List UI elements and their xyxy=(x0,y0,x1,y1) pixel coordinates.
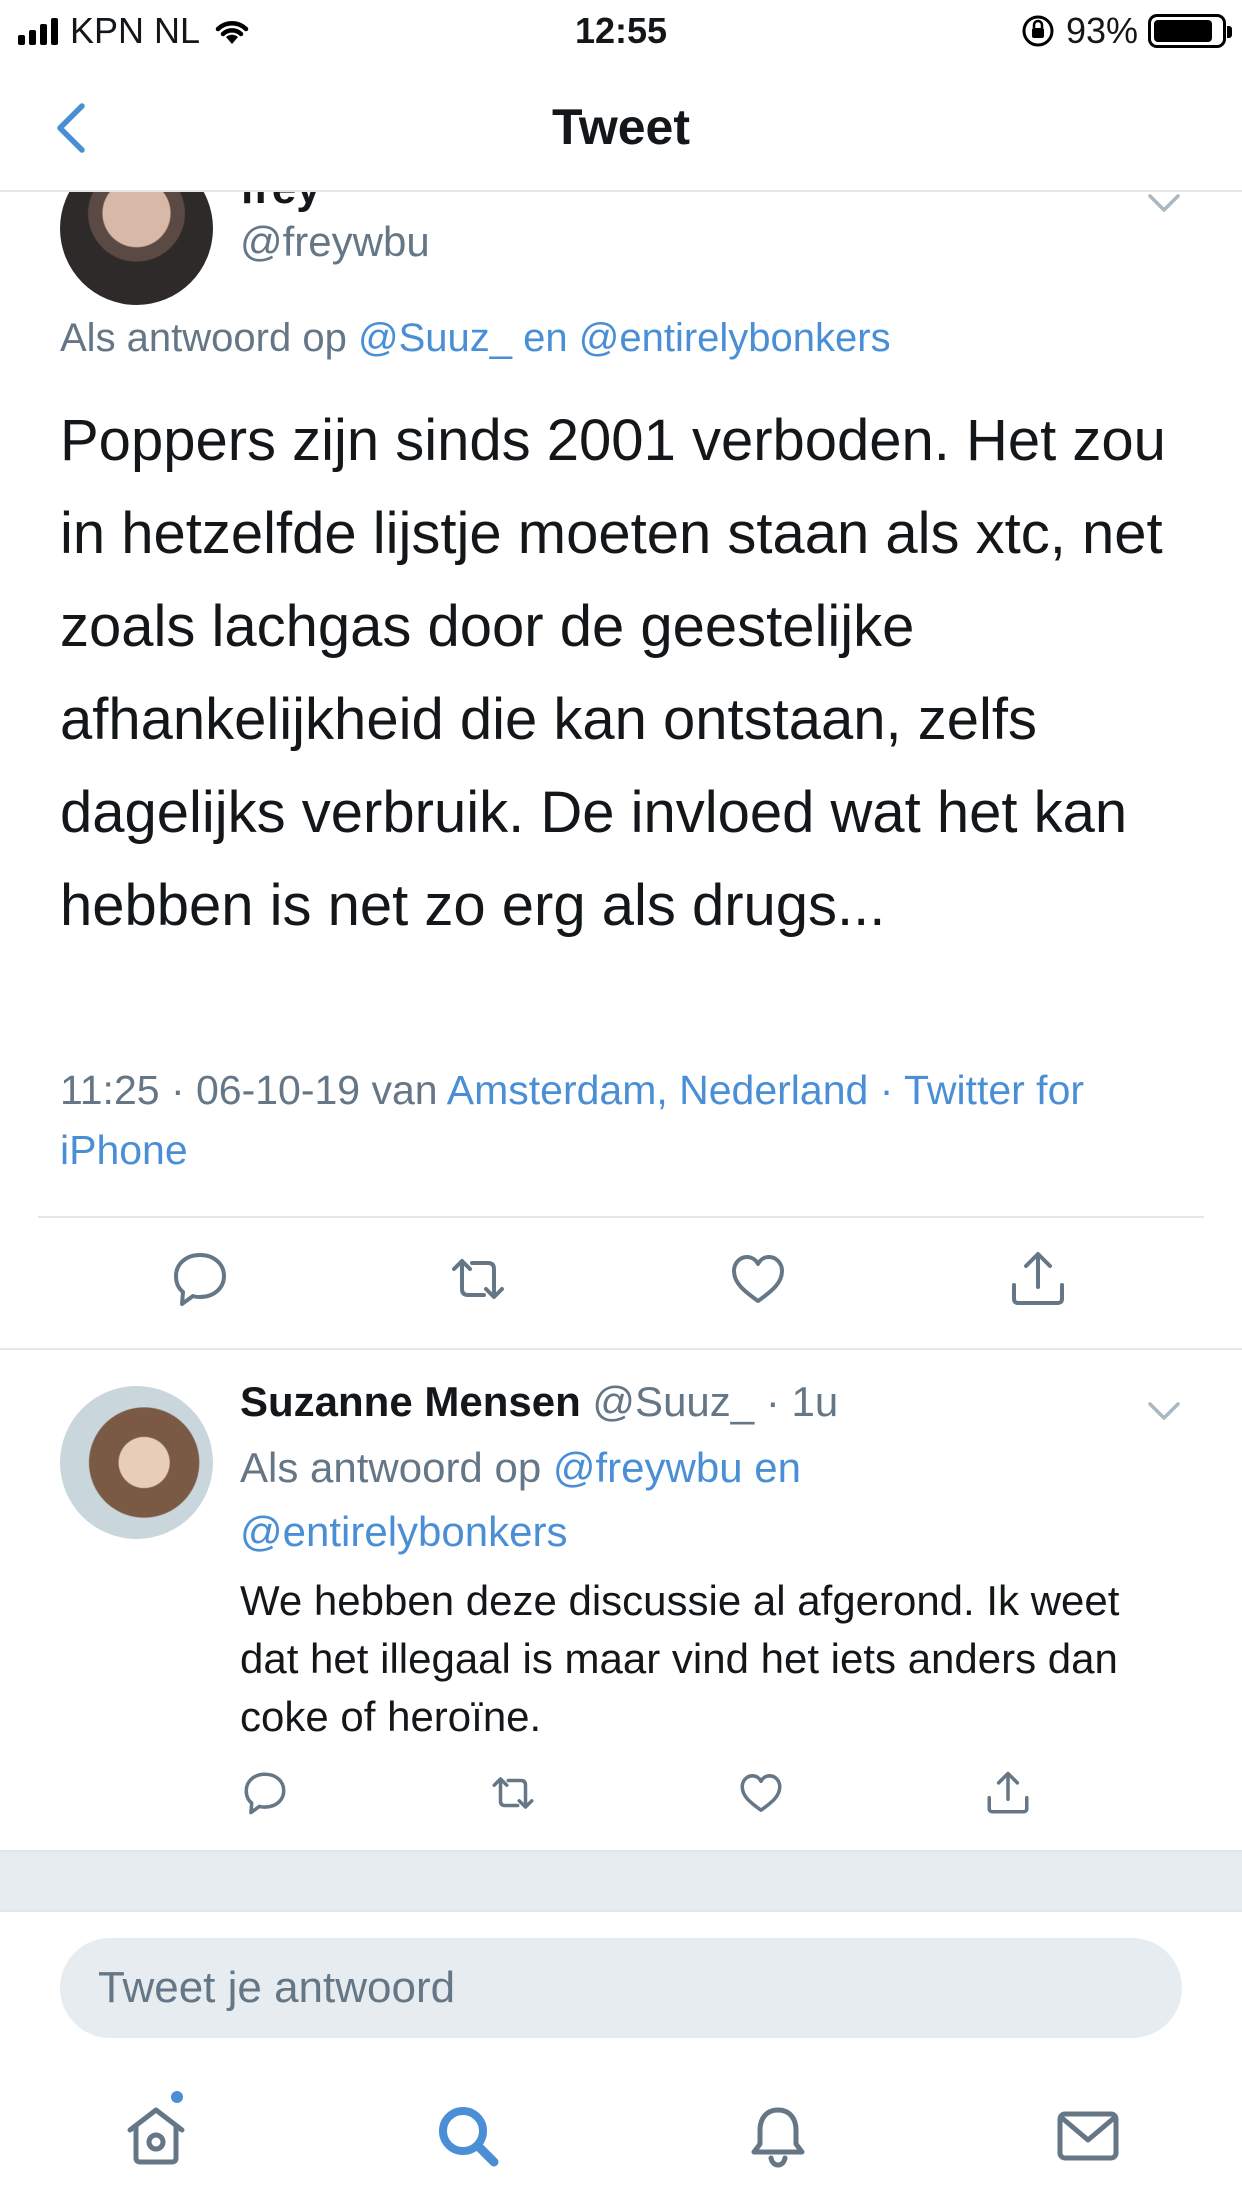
tweet-text: Poppers zijn sinds 2001 verboden. Het zo… xyxy=(60,408,1166,938)
battery-percent: 93% xyxy=(1065,10,1138,51)
home-icon[interactable] xyxy=(120,2100,192,2172)
rotation-lock-icon xyxy=(1022,15,1054,47)
reply-prefix: Als antwoord op xyxy=(240,1444,542,1491)
messages-icon[interactable] xyxy=(1052,2100,1124,2172)
tweet-text: We hebben deze discussie al afgerond. Ik… xyxy=(240,1577,1120,1740)
reply-join: en xyxy=(523,316,568,360)
mention-link[interactable]: @entirelybonkers xyxy=(579,316,891,360)
like-icon[interactable] xyxy=(736,1768,786,1818)
reply-tweet[interactable]: Suzanne Mensen @Suuz_ · 1u Als antwoord … xyxy=(0,1350,1242,1850)
reply-icon[interactable] xyxy=(240,1768,290,1818)
like-icon[interactable] xyxy=(726,1247,790,1311)
share-icon[interactable] xyxy=(1006,1247,1070,1311)
author-name[interactable]: Suzanne Mensen xyxy=(240,1378,581,1425)
location-link[interactable]: Amsterdam, Nederland xyxy=(447,1067,869,1113)
retweet-icon[interactable] xyxy=(488,1768,538,1818)
search-icon[interactable] xyxy=(432,2100,504,2172)
share-icon[interactable] xyxy=(983,1768,1033,1818)
tweet-age: · 1u xyxy=(765,1378,839,1425)
separator-band xyxy=(0,1850,1242,1910)
status-right: 93% xyxy=(1020,10,1232,52)
author-handle[interactable]: @Suuz_ xyxy=(592,1378,754,1425)
reply-icon[interactable] xyxy=(168,1247,232,1311)
main-tweet: frey @freywbu Als antwoord op @Suuz_ en … xyxy=(0,192,1242,1348)
reply-context: Als antwoord op @freywbu en @entirelybon… xyxy=(240,1436,1000,1564)
reply-input[interactable]: Tweet je antwoord xyxy=(60,1938,1182,2038)
tweet-timestamp: 11:25 · 06-10-19 van xyxy=(60,1067,438,1113)
page-title: Tweet xyxy=(552,99,690,155)
mention-link[interactable]: @freywbu xyxy=(553,1444,743,1491)
notifications-icon[interactable] xyxy=(742,2100,814,2172)
reply-composer: Tweet je antwoord xyxy=(0,1910,1242,2040)
home-badge xyxy=(168,2088,186,2106)
reply-prefix: Als antwoord op xyxy=(60,316,347,360)
avatar[interactable] xyxy=(60,1386,213,1539)
reply-context: Als antwoord op @Suuz_ en @entirelybonke… xyxy=(60,316,891,361)
battery-icon xyxy=(1148,14,1232,48)
retweet-icon[interactable] xyxy=(446,1247,510,1311)
divider xyxy=(38,1216,1204,1218)
mention-link[interactable]: @Suuz_ xyxy=(358,316,512,360)
reply-header: Suzanne Mensen @Suuz_ · 1u xyxy=(240,1378,838,1426)
meta-separator: · xyxy=(879,1067,894,1113)
avatar[interactable] xyxy=(60,192,213,305)
chevron-down-icon[interactable] xyxy=(1146,192,1182,216)
author-name[interactable]: frey xyxy=(240,192,321,214)
tweet-meta: 11:25 · 06-10-19 van Amsterdam, Nederlan… xyxy=(60,1060,1180,1180)
mention-link[interactable]: @entirelybonkers xyxy=(240,1508,567,1555)
author-handle[interactable]: @freywbu xyxy=(240,218,430,266)
nav-bar: Tweet xyxy=(0,62,1242,192)
chevron-down-icon[interactable] xyxy=(1146,1400,1182,1424)
reply-join: en xyxy=(754,1444,801,1491)
status-bar: KPN NL 12:55 93% xyxy=(0,0,1242,62)
tab-bar xyxy=(0,2040,1242,2208)
